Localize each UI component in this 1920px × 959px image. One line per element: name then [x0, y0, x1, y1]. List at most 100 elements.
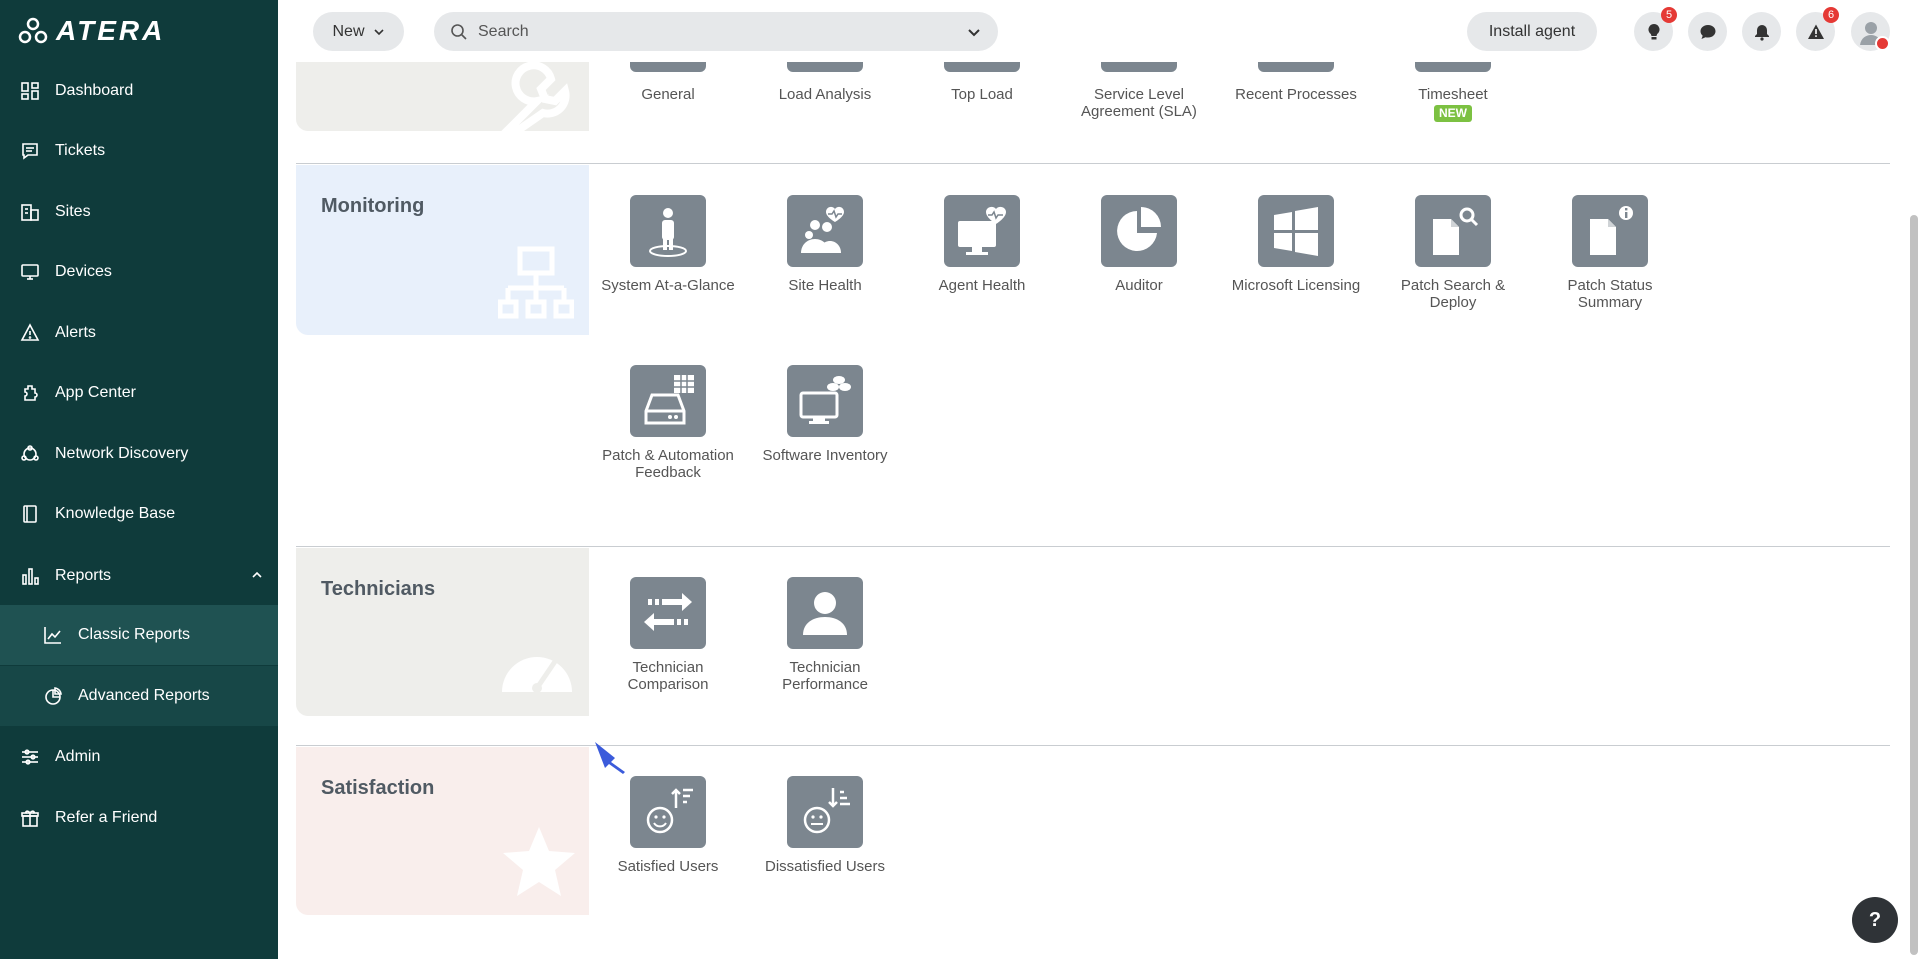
sidebar-item-label: Network Discovery	[55, 445, 189, 462]
new-button[interactable]: New	[313, 12, 404, 51]
sidebar-item-label: Refer a Friend	[55, 809, 158, 826]
sidebar-item-dashboard[interactable]: Dashboard	[0, 61, 278, 121]
report-tile-satisfied-users[interactable]: Satisfied Users	[593, 776, 743, 875]
sidebar-item-label: Dashboard	[55, 82, 134, 99]
sidebar-item-tickets[interactable]: Tickets	[0, 121, 278, 181]
search-input[interactable]: Search	[434, 12, 998, 51]
person-icon	[787, 577, 863, 649]
search-placeholder: Search	[478, 22, 529, 40]
chevron-up-icon[interactable]	[250, 568, 264, 582]
install-agent-button[interactable]: Install agent	[1467, 12, 1597, 51]
technicians-section-panel: Technicians	[296, 548, 589, 716]
report-tile-patch-automation-feedback[interactable]: Patch & Automation Feedback	[593, 365, 743, 481]
drive-grid-icon	[630, 365, 706, 437]
report-tile-patch-search-deploy[interactable]: Patch Search & Deploy	[1378, 195, 1528, 311]
report-tile-patch-status-summary[interactable]: Patch Status Summary	[1535, 195, 1685, 311]
atera-logo[interactable]: ATERA	[18, 15, 165, 46]
star-icon	[503, 827, 575, 896]
sidebar-item-refer-a-friend[interactable]: Refer a Friend	[0, 788, 278, 848]
windows-logo-icon	[1258, 195, 1334, 267]
monitor-packages-icon	[787, 365, 863, 437]
report-tile-sla[interactable]: Service Level Agreement (SLA)	[1064, 62, 1214, 120]
tile-label: Agent Health	[938, 277, 1026, 294]
report-tile-recent-processes[interactable]: Recent Processes	[1221, 62, 1371, 103]
section-divider	[296, 546, 1890, 547]
main-content: General Load Analysis Top Load Service L…	[278, 62, 1920, 959]
network-hierarchy-icon	[498, 246, 574, 319]
arrows-swap-icon	[630, 577, 706, 649]
sidebar-item-label: Classic Reports	[78, 626, 191, 643]
help-button[interactable]: ?	[1852, 897, 1898, 943]
search-icon	[451, 23, 467, 40]
report-tile-system-at-a-glance[interactable]: System At-a-Glance	[593, 195, 743, 294]
knowledge-base-icon	[19, 503, 41, 525]
report-tile-general[interactable]: General	[593, 62, 743, 103]
notifications-button[interactable]	[1742, 12, 1781, 51]
sidebar-item-knowledge-base[interactable]: Knowledge Base	[0, 484, 278, 544]
tile-label: Satisfied Users	[617, 858, 719, 875]
satisfaction-section-panel: Satisfaction	[296, 747, 589, 915]
advanced-reports-icon	[42, 685, 64, 707]
sidebar-item-network-discovery[interactable]: Network Discovery	[0, 424, 278, 484]
report-tile-timesheet[interactable]: Timesheet NEW	[1378, 62, 1528, 122]
tile-icon-box	[1258, 62, 1334, 72]
report-tile-microsoft-licensing[interactable]: Microsoft Licensing	[1221, 195, 1371, 294]
top-section-panel	[296, 62, 589, 131]
chat-button[interactable]	[1688, 12, 1727, 51]
alerts-button[interactable]: 6	[1796, 7, 1839, 51]
report-tile-technician-performance[interactable]: Technician Performance	[750, 577, 900, 693]
report-tile-site-health[interactable]: Site Health	[750, 195, 900, 294]
sidebar-item-classic-reports[interactable]: Classic Reports	[0, 605, 278, 665]
install-agent-label: Install agent	[1488, 22, 1576, 40]
sidebar-item-devices[interactable]: Devices	[0, 242, 278, 302]
report-tile-load-analysis[interactable]: Load Analysis	[750, 62, 900, 103]
report-tile-dissatisfied-users[interactable]: Dissatisfied Users	[750, 776, 900, 875]
pie-chart-icon	[1101, 195, 1177, 267]
sidebar-item-label: Advanced Reports	[78, 687, 210, 704]
tile-label: Auditor	[1115, 277, 1163, 294]
section-title-technicians: Technicians	[321, 578, 436, 600]
report-tile-technician-comparison[interactable]: Technician Comparison	[593, 577, 743, 693]
status-dot	[1875, 36, 1890, 51]
sidebar-item-label: Tickets	[55, 142, 106, 159]
sidebar-item-reports[interactable]: Reports	[0, 546, 278, 606]
document-search-icon	[1415, 195, 1491, 267]
app-center-icon	[19, 382, 41, 404]
sidebar-item-admin[interactable]: Admin	[0, 727, 278, 787]
tile-label: Site Health	[788, 277, 862, 294]
sidebar-item-alerts[interactable]: Alerts	[0, 303, 278, 363]
report-tile-top-load[interactable]: Top Load	[907, 62, 1057, 103]
monitoring-section-panel: Monitoring	[296, 165, 589, 335]
monitor-heartbeat-icon	[944, 195, 1020, 267]
report-tile-software-inventory[interactable]: Software Inventory	[750, 365, 900, 464]
tile-label: Patch Status Summary	[1567, 277, 1653, 311]
ideas-badge: 5	[1661, 7, 1677, 23]
alerts-icon	[19, 322, 41, 344]
sidebar-item-label: Admin	[55, 748, 101, 765]
atera-logo-icon	[18, 17, 48, 44]
report-tile-agent-health[interactable]: Agent Health	[907, 195, 1057, 294]
tile-label: Patch & Automation Feedback	[602, 447, 734, 481]
chevron-down-icon[interactable]	[966, 24, 982, 40]
sidebar-item-sites[interactable]: Sites	[0, 182, 278, 242]
document-info-icon	[1572, 195, 1648, 267]
network-discovery-icon	[19, 443, 41, 465]
new-badge: NEW	[1434, 105, 1472, 122]
avatar[interactable]	[1851, 12, 1890, 51]
alerts-badge: 6	[1823, 7, 1839, 23]
sidebar-item-app-center[interactable]: App Center	[0, 363, 278, 423]
sites-icon	[19, 201, 41, 223]
tile-label: Timesheet	[1418, 86, 1488, 103]
smiley-sort-up-icon	[630, 776, 706, 848]
section-title-satisfaction: Satisfaction	[321, 777, 435, 799]
sidebar-item-advanced-reports[interactable]: Advanced Reports	[0, 666, 278, 726]
wrench-icon	[501, 62, 570, 131]
chat-icon	[1700, 24, 1715, 39]
person-target-icon	[630, 195, 706, 267]
ideas-button[interactable]: 5	[1634, 7, 1677, 51]
sidebar-item-label: Alerts	[55, 324, 96, 341]
tile-label: Technician Comparison	[627, 659, 709, 693]
report-tile-auditor[interactable]: Auditor	[1064, 195, 1214, 294]
section-divider	[296, 163, 1890, 164]
scrollbar[interactable]	[1910, 215, 1918, 955]
